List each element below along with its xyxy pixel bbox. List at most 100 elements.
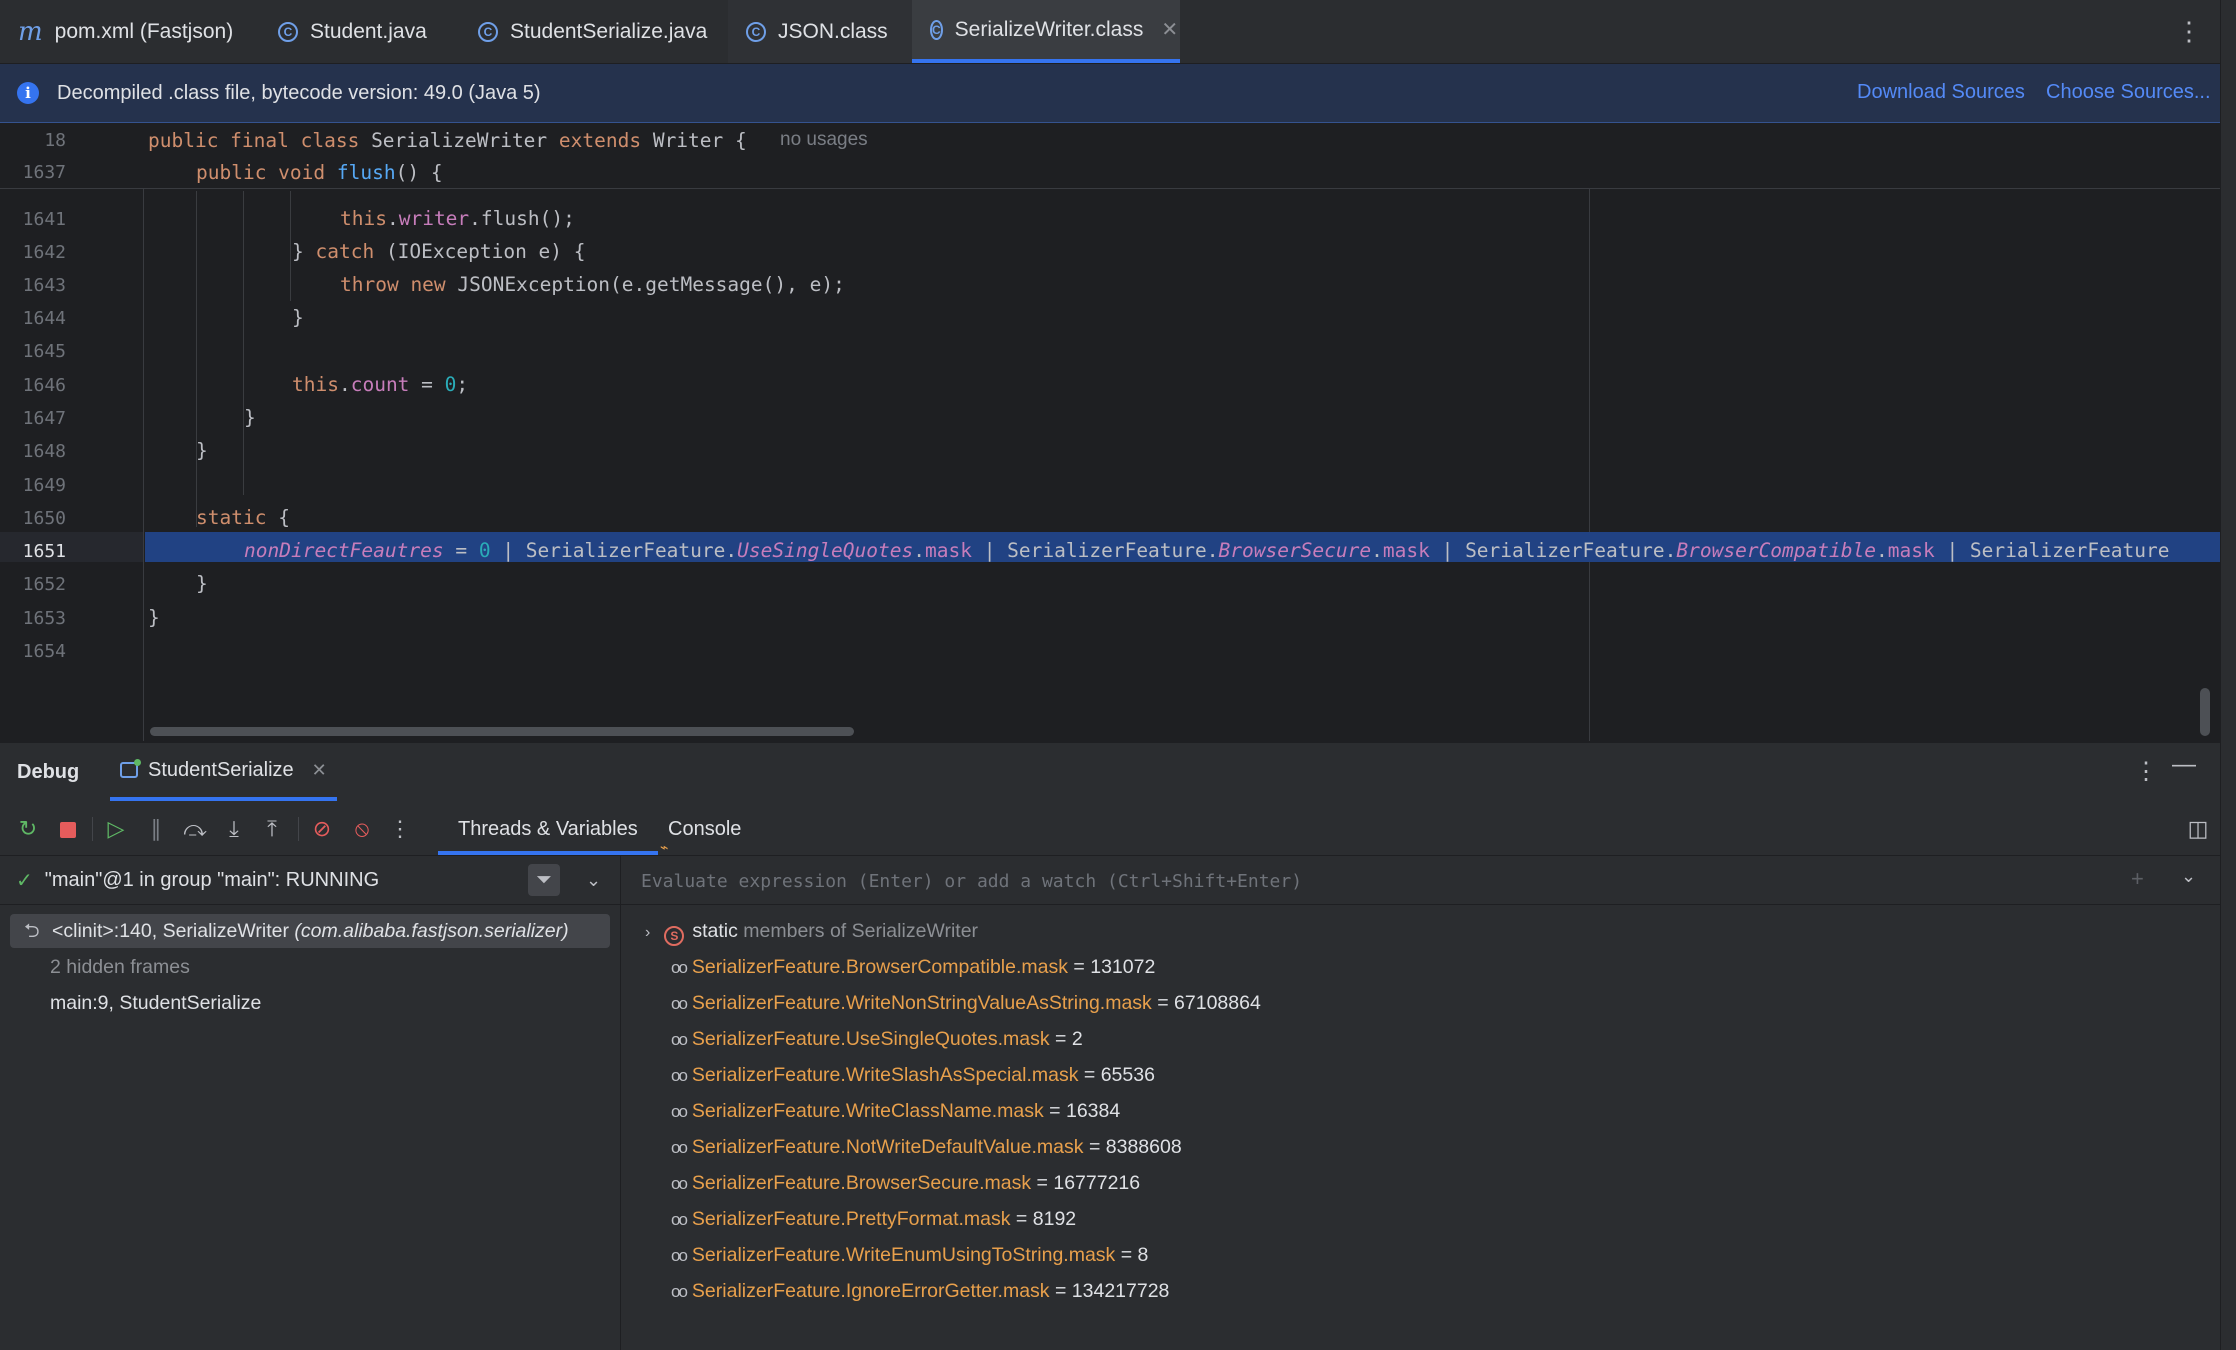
- evaluate-expression-input[interactable]: [639, 866, 2043, 896]
- line-number: 1652: [22, 574, 66, 595]
- variable-row[interactable]: oo SerializerFeature.UseSingleQuotes.mask…: [671, 1022, 1083, 1056]
- code-line-1651[interactable]: nonDirectFeautres = 0 | SerializerFeatur…: [244, 539, 2170, 562]
- watch-icon: oo: [671, 1066, 688, 1085]
- view-breakpoints-icon[interactable]: ⊘: [308, 815, 336, 843]
- sticky-class-declaration[interactable]: public final class SerializeWriter exten…: [148, 129, 747, 152]
- stop-icon[interactable]: [54, 815, 82, 843]
- line-number: 1647: [22, 408, 66, 429]
- variable-row[interactable]: oo SerializerFeature.IgnoreErrorGetter.ma…: [671, 1274, 1169, 1308]
- code-line-1648[interactable]: }: [196, 439, 208, 462]
- code-line-1646[interactable]: this.count = 0;: [292, 373, 468, 396]
- decompiled-banner: i Decompiled .class file, bytecode versi…: [0, 64, 2220, 123]
- return-frame-icon: ⮌: [24, 920, 40, 942]
- variable-value: 2: [1071, 1028, 1083, 1050]
- close-icon[interactable]: ✕: [312, 760, 327, 781]
- more-options-icon[interactable]: ⋮: [2134, 757, 2158, 786]
- choose-sources-link[interactable]: Choose Sources...: [2046, 81, 2211, 104]
- download-sources-link[interactable]: Download Sources: [1857, 81, 2025, 104]
- thread-selector[interactable]: ✓ "main"@1 in group "main": RUNNING ⏷ ⌄: [0, 856, 620, 905]
- toolbar-separator: [298, 817, 299, 841]
- sticky-scroll-header[interactable]: 18 public final class SerializeWriter ex…: [0, 123, 2220, 189]
- tab-pom-xml[interactable]: m pom.xml (Fastjson): [0, 0, 260, 63]
- stack-frame[interactable]: main:9, StudentSerialize: [10, 986, 610, 1020]
- variable-name: SerializerFeature.WriteSlashAsSpecial.ma…: [691, 1064, 1079, 1086]
- editor-tab-bar: m pom.xml (Fastjson) C Student.java C St…: [0, 0, 2220, 64]
- minimize-icon[interactable]: —: [2172, 751, 2196, 779]
- code-line-1644[interactable]: }: [292, 306, 304, 329]
- vertical-scrollbar[interactable]: [2200, 688, 2210, 736]
- static-icon: S: [664, 926, 685, 946]
- tab-label: StudentSerialize.java: [510, 19, 708, 43]
- variable-value: 8192: [1032, 1208, 1077, 1230]
- stack-frame-selected[interactable]: ⮌ <clinit>:140, SerializeWriter (com.ali…: [10, 914, 610, 948]
- variable-row[interactable]: oo SerializerFeature.WriteNonStringValueA…: [671, 986, 1261, 1020]
- close-icon[interactable]: ✕: [1161, 17, 1178, 42]
- static-members-row[interactable]: › Sstatic members of SerializeWriter: [645, 914, 978, 948]
- tab-studentserialize-java[interactable]: C StudentSerialize.java: [460, 0, 728, 63]
- code-line-1643[interactable]: throw new JSONException(e.getMessage(), …: [340, 273, 845, 296]
- more-options-icon[interactable]: ⋮: [2176, 14, 2202, 48]
- add-watch-icon[interactable]: +: [2131, 866, 2144, 892]
- step-over-icon[interactable]: ⤼: [181, 815, 209, 843]
- more-actions-icon[interactable]: ⋮: [386, 815, 414, 843]
- class-icon: C: [746, 21, 766, 42]
- tab-threads-variables[interactable]: Threads & Variables: [438, 803, 658, 855]
- code-line-1653[interactable]: }: [148, 606, 160, 629]
- chevron-down-icon[interactable]: ⌄: [586, 864, 601, 896]
- horizontal-scrollbar[interactable]: [150, 727, 854, 736]
- indent-guide: [196, 191, 197, 527]
- variable-row[interactable]: oo SerializerFeature.BrowserCompatible.ma…: [671, 950, 1155, 984]
- variable-row[interactable]: oo SerializerFeature.PrettyFormat.mask = …: [671, 1202, 1076, 1236]
- tab-label: SerializeWriter.class: [954, 17, 1144, 41]
- usages-hint[interactable]: no usages: [780, 129, 868, 151]
- sticky-method-declaration[interactable]: public void flush() {: [196, 161, 443, 184]
- toolbar-separator: [92, 817, 93, 841]
- tab-label: JSON.class: [778, 19, 888, 43]
- gutter-divider: [143, 188, 144, 741]
- banner-message: Decompiled .class file, bytecode version…: [57, 81, 541, 104]
- line-number: 1643: [22, 275, 66, 296]
- variable-name: SerializerFeature.BrowserCompatible.mask: [691, 956, 1068, 978]
- watch-icon: oo: [671, 1138, 688, 1157]
- chevron-right-icon[interactable]: ›: [645, 924, 650, 941]
- code-line-1652[interactable]: }: [196, 572, 208, 595]
- variable-row[interactable]: oo SerializerFeature.WriteEnumUsingToStri…: [671, 1238, 1148, 1272]
- chevron-down-icon[interactable]: ⌄: [2181, 866, 2196, 887]
- variable-row[interactable]: oo SerializerFeature.BrowserSecure.mask =…: [671, 1166, 1140, 1200]
- watch-icon: oo: [671, 1174, 688, 1193]
- mute-breakpoints-icon[interactable]: ⦸: [348, 815, 376, 843]
- code-line-1641[interactable]: this.writer.flush();: [340, 207, 575, 230]
- step-into-icon[interactable]: ⤓: [220, 815, 248, 843]
- code-line-1647[interactable]: }: [244, 406, 256, 429]
- variable-row[interactable]: oo SerializerFeature.WriteSlashAsSpecial.…: [671, 1058, 1155, 1092]
- pause-icon[interactable]: ∥: [142, 815, 170, 843]
- resume-icon[interactable]: ▷: [102, 815, 130, 843]
- layout-settings-icon[interactable]: ◫: [2184, 815, 2212, 843]
- variable-name: SerializerFeature.NotWriteDefaultValue.m…: [691, 1136, 1084, 1158]
- maven-m-icon: m: [18, 16, 43, 47]
- line-number: 1644: [22, 308, 66, 329]
- line-number: 18: [44, 130, 66, 151]
- debug-session-tab[interactable]: StudentSerialize ✕: [110, 743, 337, 801]
- variable-value: 16777216: [1053, 1172, 1141, 1194]
- variable-row[interactable]: oo SerializerFeature.NotWriteDefaultValue…: [671, 1130, 1182, 1164]
- hidden-frames[interactable]: 2 hidden frames: [10, 950, 610, 984]
- rerun-icon[interactable]: ↻: [14, 815, 42, 843]
- frame-method: <clinit>:140, SerializeWriter: [52, 920, 289, 942]
- tab-json-class[interactable]: C JSON.class: [728, 0, 912, 63]
- step-out-icon[interactable]: ⤒: [258, 815, 286, 843]
- tab-serializewriter-class[interactable]: C SerializeWriter.class ✕: [912, 0, 1180, 63]
- evaluate-bar: + ⌄: [621, 856, 2220, 905]
- tab-student-java[interactable]: C Student.java: [260, 0, 460, 63]
- class-icon: C: [478, 21, 498, 42]
- code-line-1650[interactable]: static {: [196, 506, 290, 529]
- filter-icon[interactable]: ⏷: [528, 864, 560, 896]
- variable-row[interactable]: oo SerializerFeature.WriteClassName.mask …: [671, 1094, 1120, 1128]
- code-editor[interactable]: 18 public final class SerializeWriter ex…: [0, 123, 2220, 741]
- watch-icon: oo: [671, 1030, 688, 1049]
- variable-value: 65536: [1100, 1064, 1155, 1086]
- debug-tool-window-header: Debug StudentSerialize ✕ ⋮ —: [0, 742, 2220, 803]
- code-line-1642[interactable]: } catch (IOException e) {: [292, 240, 586, 263]
- frame-method: 2 hidden frames: [50, 956, 190, 978]
- tab-console[interactable]: ⌁ Console: [646, 803, 761, 855]
